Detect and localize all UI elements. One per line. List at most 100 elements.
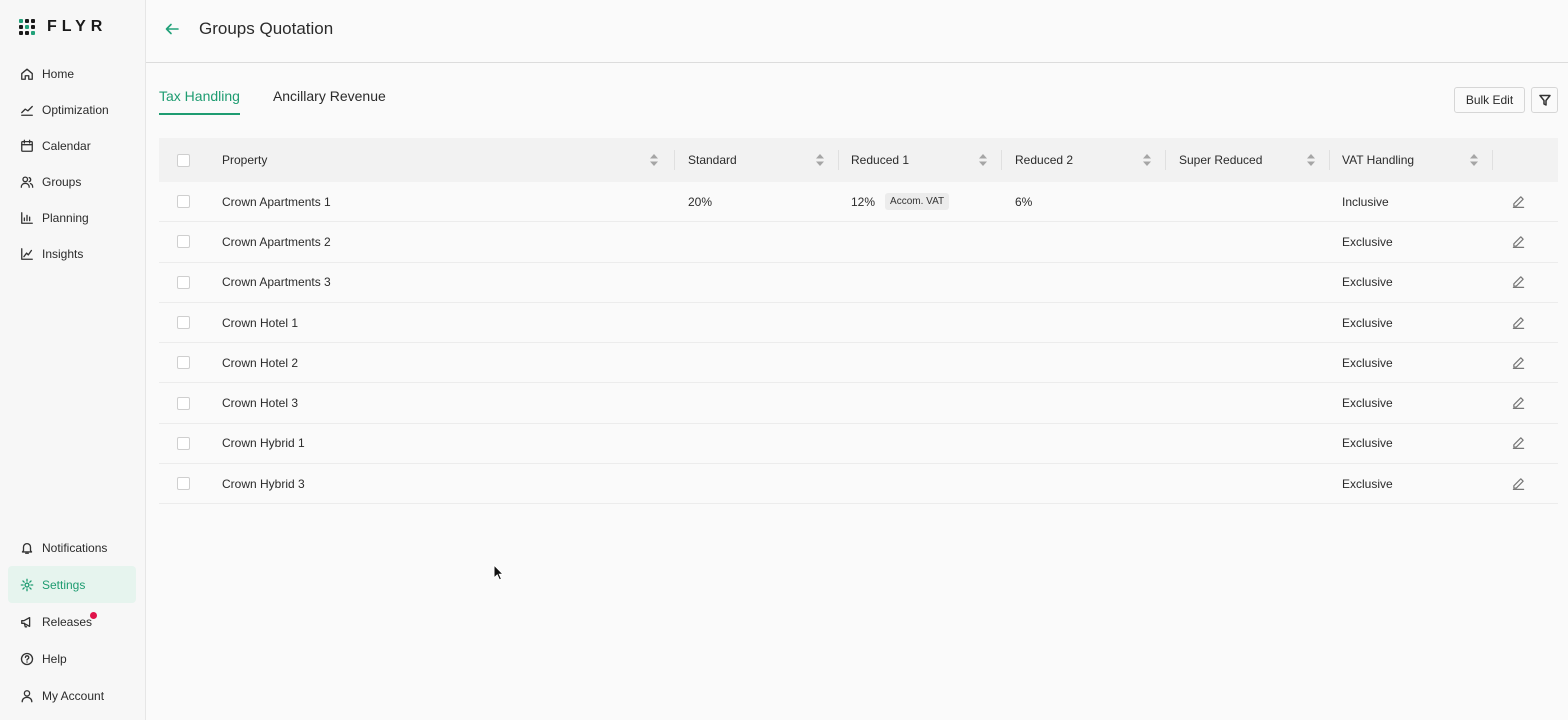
cell-vat-handling: Exclusive <box>1342 436 1393 451</box>
mouse-cursor-icon <box>493 563 505 582</box>
users-icon <box>20 175 34 189</box>
row-checkbox-cell <box>177 464 190 503</box>
notification-dot <box>90 612 97 619</box>
row-checkbox[interactable] <box>177 195 190 209</box>
row-checkbox[interactable] <box>177 316 190 330</box>
trend-icon <box>20 103 34 117</box>
column-header-vat-handling[interactable]: VAT Handling <box>1342 138 1492 182</box>
table-row[interactable]: Crown Apartments 2 Exclusive <box>159 222 1558 263</box>
filter-button[interactable] <box>1531 87 1558 113</box>
edit-pencil-icon[interactable] <box>1512 396 1526 410</box>
nav-item-label: Planning <box>42 211 89 225</box>
row-checkbox-cell <box>177 222 190 261</box>
cell-property: Crown Hotel 3 <box>222 396 299 411</box>
column-header-reduced-2[interactable]: Reduced 2 <box>1015 138 1165 182</box>
column-header-reduced-1[interactable]: Reduced 1 <box>851 138 1001 182</box>
home-icon <box>20 67 34 81</box>
page-header: Groups Quotation <box>146 0 1568 63</box>
nav-item-my-account[interactable]: My Account <box>8 677 136 714</box>
row-checkbox-cell <box>177 182 190 221</box>
sort-icon[interactable] <box>1307 154 1315 166</box>
edit-pencil-icon[interactable] <box>1512 275 1526 289</box>
nav-item-label: Insights <box>42 247 84 261</box>
secondary-nav: Notifications Settings Releases Help My … <box>8 529 136 714</box>
row-checkbox-cell <box>177 303 190 342</box>
column-divider <box>1165 150 1166 170</box>
back-arrow-icon[interactable] <box>164 21 182 39</box>
row-checkbox[interactable] <box>177 436 190 450</box>
header-checkbox-cell <box>177 138 190 182</box>
nav-item-releases[interactable]: Releases <box>8 603 136 640</box>
nav-item-notifications[interactable]: Notifications <box>8 529 136 566</box>
edit-pencil-icon[interactable] <box>1512 316 1526 330</box>
sort-icon[interactable] <box>1470 154 1478 166</box>
nav-item-calendar[interactable]: Calendar <box>8 128 136 164</box>
sort-icon[interactable] <box>650 154 658 166</box>
edit-pencil-icon[interactable] <box>1512 477 1526 491</box>
nav-item-label: My Account <box>42 688 105 703</box>
accom-vat-badge: Accom. VAT <box>885 193 950 211</box>
row-checkbox[interactable] <box>177 275 190 289</box>
edit-pencil-icon[interactable] <box>1512 356 1526 370</box>
table-row[interactable]: Crown Apartments 3 Exclusive <box>159 263 1558 303</box>
nav-item-help[interactable]: Help <box>8 640 136 677</box>
column-divider <box>838 150 839 170</box>
nav-item-label: Groups <box>42 175 82 189</box>
tab-bar: Tax Handling Ancillary Revenue <box>159 88 419 115</box>
table-header: Property Standard Reduced 1 Reduced 2 Su… <box>159 138 1558 182</box>
tab-ancillary-revenue[interactable]: Ancillary Revenue <box>273 88 386 115</box>
table-row[interactable]: Crown Hotel 3 Exclusive <box>159 383 1558 424</box>
cell-property: Crown Hotel 2 <box>222 355 299 370</box>
sort-icon[interactable] <box>979 154 987 166</box>
nav-item-label: Notifications <box>42 540 108 555</box>
brand-name: FLYR <box>47 18 108 35</box>
page-title: Groups Quotation <box>199 19 334 38</box>
row-checkbox[interactable] <box>177 356 190 370</box>
nav-item-settings[interactable]: Settings <box>8 566 136 603</box>
table-row[interactable]: Crown Hotel 1 Exclusive <box>159 303 1558 344</box>
edit-pencil-icon[interactable] <box>1512 195 1526 209</box>
cell-vat-handling: Exclusive <box>1342 315 1393 330</box>
cell-reduced-2: 6% <box>1015 194 1033 209</box>
nav-item-insights[interactable]: Insights <box>8 236 136 272</box>
cell-property: Crown Hotel 1 <box>222 315 299 330</box>
column-divider <box>674 150 675 170</box>
cell-vat-handling: Exclusive <box>1342 355 1393 370</box>
megaphone-icon <box>20 615 34 629</box>
nav-item-optimization[interactable]: Optimization <box>8 92 136 128</box>
table-row[interactable]: Crown Hybrid 3 Exclusive <box>159 464 1558 505</box>
flyr-logo[interactable]: FLYR <box>19 18 107 36</box>
bar-chart-icon <box>20 211 34 225</box>
calendar-icon <box>20 139 34 153</box>
nav-item-planning[interactable]: Planning <box>8 200 136 236</box>
row-checkbox[interactable] <box>177 235 190 249</box>
column-divider <box>1329 150 1330 170</box>
nav-item-label: Calendar <box>42 139 91 153</box>
tab-tax-handling[interactable]: Tax Handling <box>159 88 240 115</box>
table-row[interactable]: Crown Apartments 1 20% 12% Accom. VAT 6%… <box>159 182 1558 223</box>
cell-vat-handling: Exclusive <box>1342 234 1393 249</box>
bulk-edit-button[interactable]: Bulk Edit <box>1454 87 1525 113</box>
select-all-checkbox[interactable] <box>177 153 190 167</box>
row-checkbox[interactable] <box>177 396 190 410</box>
help-icon <box>20 652 34 666</box>
edit-pencil-icon[interactable] <box>1512 436 1526 450</box>
column-header-super-reduced[interactable]: Super Reduced <box>1179 138 1329 182</box>
table-row[interactable]: Crown Hybrid 1 Exclusive <box>159 424 1558 465</box>
nav-item-home[interactable]: Home <box>8 56 136 92</box>
user-icon <box>20 689 34 703</box>
sort-icon[interactable] <box>816 154 824 166</box>
column-header-property[interactable]: Property <box>222 138 672 182</box>
table-row[interactable]: Crown Hotel 2 Exclusive <box>159 343 1558 384</box>
sort-icon[interactable] <box>1143 154 1151 166</box>
row-checkbox[interactable] <box>177 477 190 491</box>
cell-vat-handling: Exclusive <box>1342 396 1393 411</box>
edit-pencil-icon[interactable] <box>1512 235 1526 249</box>
gear-icon <box>20 578 34 592</box>
nav-item-groups[interactable]: Groups <box>8 164 136 200</box>
primary-nav: Home Optimization Calendar Groups Planni… <box>8 56 136 272</box>
column-header-standard[interactable]: Standard <box>688 138 838 182</box>
cell-reduced-1: 12% Accom. VAT <box>851 182 950 221</box>
nav-item-label: Home <box>42 67 75 81</box>
row-checkbox-cell <box>177 263 190 302</box>
